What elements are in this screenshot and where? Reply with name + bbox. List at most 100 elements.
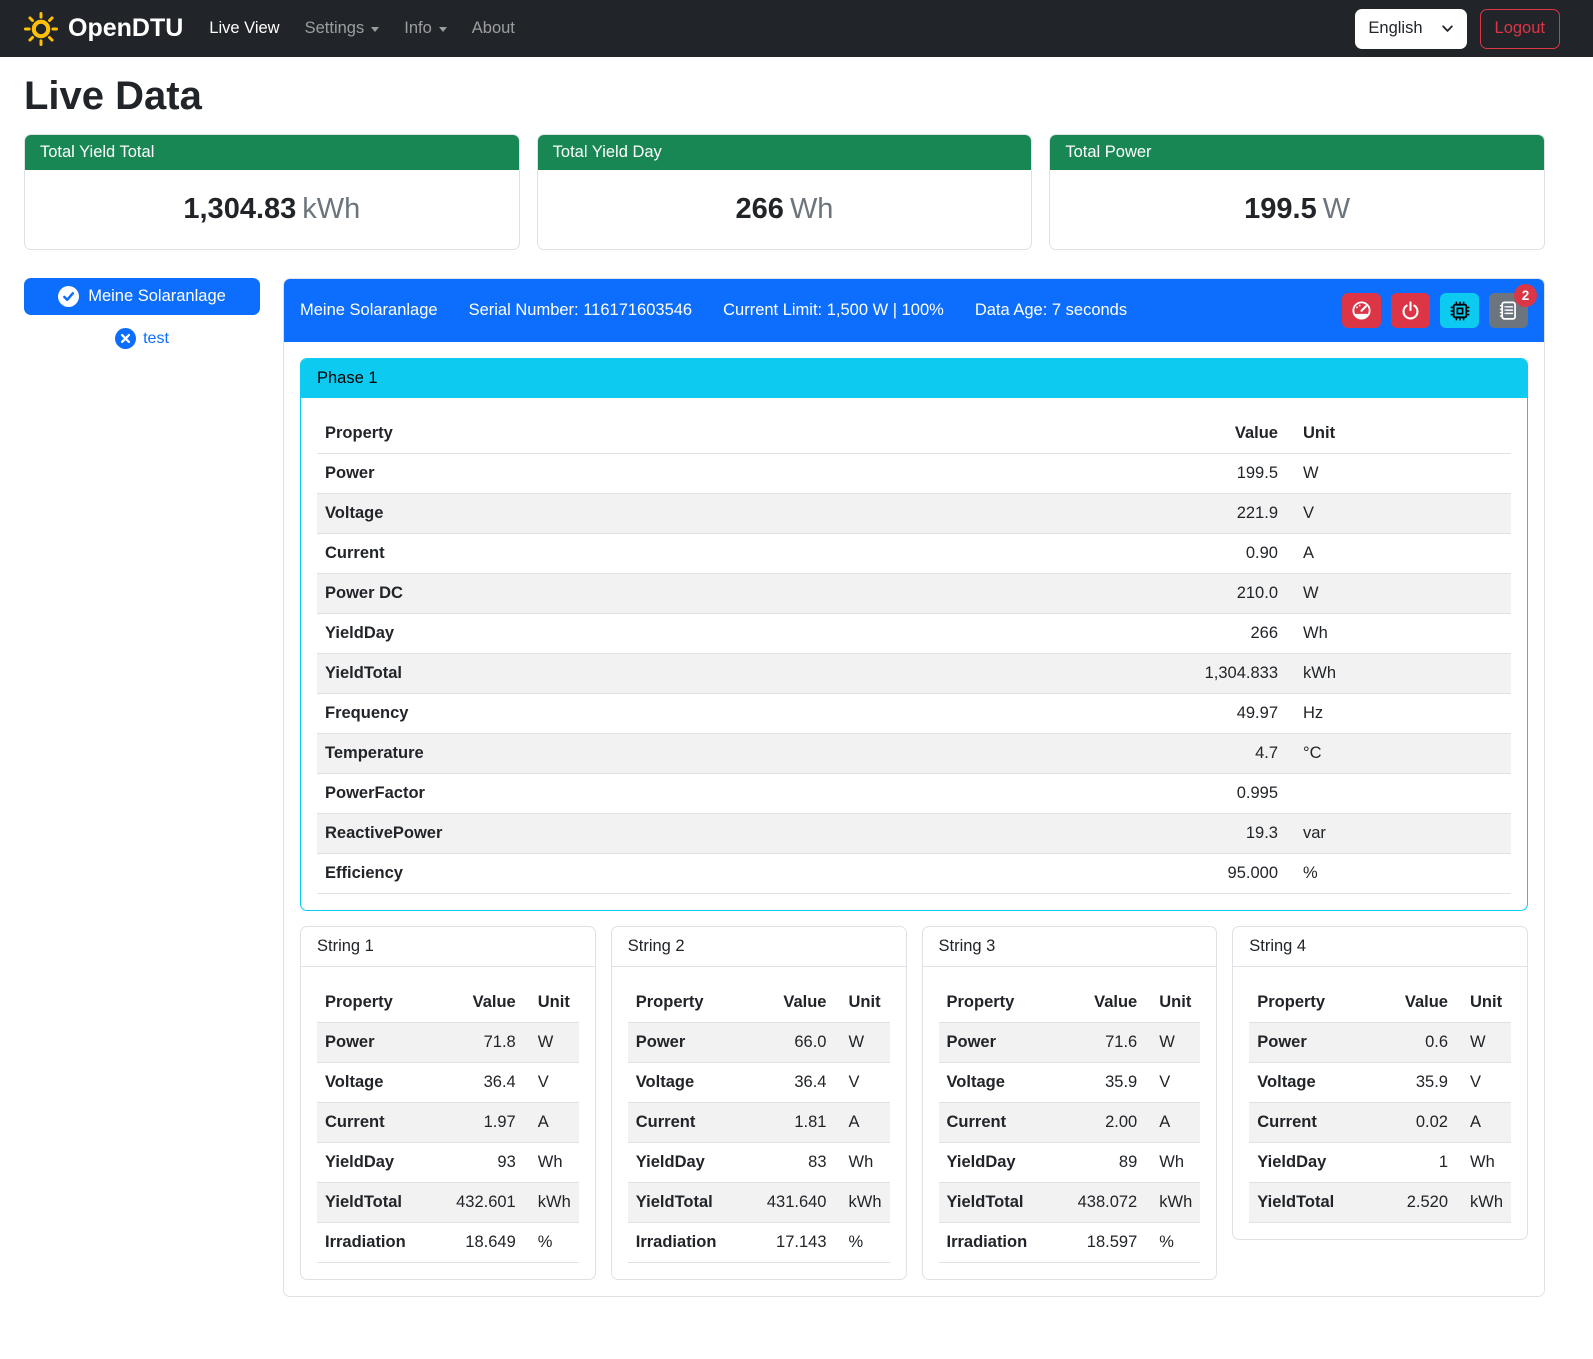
- language-select[interactable]: English: [1355, 9, 1466, 49]
- table-row: Power 66.0 W: [628, 1023, 890, 1063]
- value-cell: 266: [1156, 614, 1286, 654]
- string-title: String 1: [301, 927, 595, 967]
- sidebar-item-test[interactable]: test: [24, 328, 260, 349]
- table-row: Power 0.6 W: [1249, 1023, 1511, 1063]
- unit-cell: W: [1286, 454, 1511, 494]
- table-row: Voltage 35.9 V: [1249, 1063, 1511, 1103]
- property-cell: Voltage: [939, 1063, 1070, 1103]
- unit-cell: %: [1145, 1223, 1200, 1263]
- summary-card-title: Total Power: [1050, 135, 1544, 170]
- string-card: String 2 Property Value Unit: [611, 926, 907, 1280]
- unit-cell: W: [524, 1023, 579, 1063]
- table-header-row: Property Value Unit: [317, 414, 1511, 454]
- property-cell: Irradiation: [628, 1223, 759, 1263]
- value-cell: 0.90: [1156, 534, 1286, 574]
- nav-info[interactable]: Info: [404, 11, 447, 46]
- property-cell: Power: [628, 1023, 759, 1063]
- logout-button[interactable]: Logout: [1480, 9, 1560, 49]
- unit-cell: %: [524, 1223, 579, 1263]
- nav-about[interactable]: About: [472, 11, 515, 46]
- unit-cell: Wh: [1456, 1143, 1511, 1183]
- column-value: Value: [1384, 983, 1456, 1023]
- column-unit: Unit: [1145, 983, 1200, 1023]
- string-table-body: Power 71.6 W Voltage 35.9: [939, 1023, 1201, 1263]
- inverter-serial: Serial Number: 116171603546: [469, 301, 693, 320]
- string-title: String 2: [612, 927, 906, 967]
- table-row: ReactivePower 19.3 var: [317, 814, 1511, 854]
- table-row: Efficiency 95.000 %: [317, 854, 1511, 894]
- property-cell: YieldTotal: [317, 1183, 448, 1223]
- phase-table-body: Power 199.5 W Voltage 221.9 V: [317, 454, 1511, 894]
- property-cell: Frequency: [317, 694, 1156, 734]
- x-circle-icon: [115, 328, 136, 349]
- table-header-row: Property Value Unit: [939, 983, 1201, 1023]
- phase-table: Property Value Unit Power: [317, 414, 1511, 894]
- summary-card-value: 199.5: [1244, 193, 1317, 225]
- event-log-button[interactable]: 2: [1489, 293, 1528, 328]
- caret-down-icon: [371, 27, 379, 32]
- unit-cell: Wh: [524, 1143, 579, 1183]
- property-cell: YieldTotal: [939, 1183, 1070, 1223]
- nav-live-view[interactable]: Live View: [209, 11, 279, 46]
- speedometer-icon: [1351, 300, 1372, 321]
- column-unit: Unit: [1456, 983, 1511, 1023]
- summary-card-value: 1,304.83: [183, 193, 296, 225]
- sidebar-item-label: Meine Solaranlage: [88, 287, 226, 306]
- device-info-button[interactable]: [1440, 293, 1479, 328]
- unit-cell: A: [1456, 1103, 1511, 1143]
- unit-cell: A: [1145, 1103, 1200, 1143]
- value-cell: 221.9: [1156, 494, 1286, 534]
- value-cell: 36.4: [759, 1063, 835, 1103]
- unit-cell: kWh: [1456, 1183, 1511, 1223]
- property-cell: Power: [939, 1023, 1070, 1063]
- journal-text-icon: [1498, 300, 1519, 321]
- table-row: Irradiation 18.649 %: [317, 1223, 579, 1263]
- sidebar-item-meine-solaranlage[interactable]: Meine Solaranlage: [24, 278, 260, 315]
- table-row: Voltage 36.4 V: [317, 1063, 579, 1103]
- value-cell: 18.649: [448, 1223, 524, 1263]
- value-cell: 431.640: [759, 1183, 835, 1223]
- unit-cell: Hz: [1286, 694, 1511, 734]
- caret-down-icon: [439, 27, 447, 32]
- inverter-sidebar: Meine Solaranlage test: [24, 278, 260, 349]
- brand-link[interactable]: OpenDTU: [24, 12, 183, 46]
- phase-card: Phase 1 Property Value Unit: [300, 358, 1528, 911]
- value-cell: 83: [759, 1143, 835, 1183]
- unit-cell: %: [1286, 854, 1511, 894]
- summary-card-title: Total Yield Day: [538, 135, 1032, 170]
- value-cell: 432.601: [448, 1183, 524, 1223]
- unit-cell: A: [524, 1103, 579, 1143]
- string-table: Property Value Unit: [1249, 983, 1511, 1223]
- string-title: String 3: [923, 927, 1217, 967]
- summary-card-unit: Wh: [790, 193, 834, 225]
- string-table: Property Value Unit: [628, 983, 890, 1263]
- string-table: Property Value Unit: [939, 983, 1201, 1263]
- limit-settings-button[interactable]: [1342, 293, 1381, 328]
- column-unit: Unit: [1286, 414, 1511, 454]
- table-row: YieldTotal 438.072 kWh: [939, 1183, 1201, 1223]
- table-row: Voltage 35.9 V: [939, 1063, 1201, 1103]
- value-cell: 0.02: [1384, 1103, 1456, 1143]
- unit-cell: V: [1145, 1063, 1200, 1103]
- value-cell: 1,304.833: [1156, 654, 1286, 694]
- summary-row: Total Yield Total 1,304.83kWh Total Yiel…: [24, 134, 1545, 250]
- cpu-icon: [1449, 300, 1471, 322]
- unit-cell: [1286, 774, 1511, 814]
- value-cell: 89: [1070, 1143, 1146, 1183]
- value-cell: 95.000: [1156, 854, 1286, 894]
- table-row: Current 2.00 A: [939, 1103, 1201, 1143]
- power-button[interactable]: [1391, 293, 1430, 328]
- inverter-limit: Current Limit: 1,500 W | 100%: [723, 301, 944, 320]
- value-cell: 36.4: [448, 1063, 524, 1103]
- nav-settings[interactable]: Settings: [305, 11, 380, 46]
- table-row: Voltage 221.9 V: [317, 494, 1511, 534]
- property-cell: Temperature: [317, 734, 1156, 774]
- table-row: Power 199.5 W: [317, 454, 1511, 494]
- unit-cell: kWh: [524, 1183, 579, 1223]
- property-cell: Voltage: [1249, 1063, 1384, 1103]
- table-row: YieldTotal 2.520 kWh: [1249, 1183, 1511, 1223]
- table-row: YieldTotal 432.601 kWh: [317, 1183, 579, 1223]
- column-property: Property: [628, 983, 759, 1023]
- inverter-header: Meine Solaranlage Serial Number: 1161716…: [284, 279, 1544, 342]
- table-row: YieldDay 93 Wh: [317, 1143, 579, 1183]
